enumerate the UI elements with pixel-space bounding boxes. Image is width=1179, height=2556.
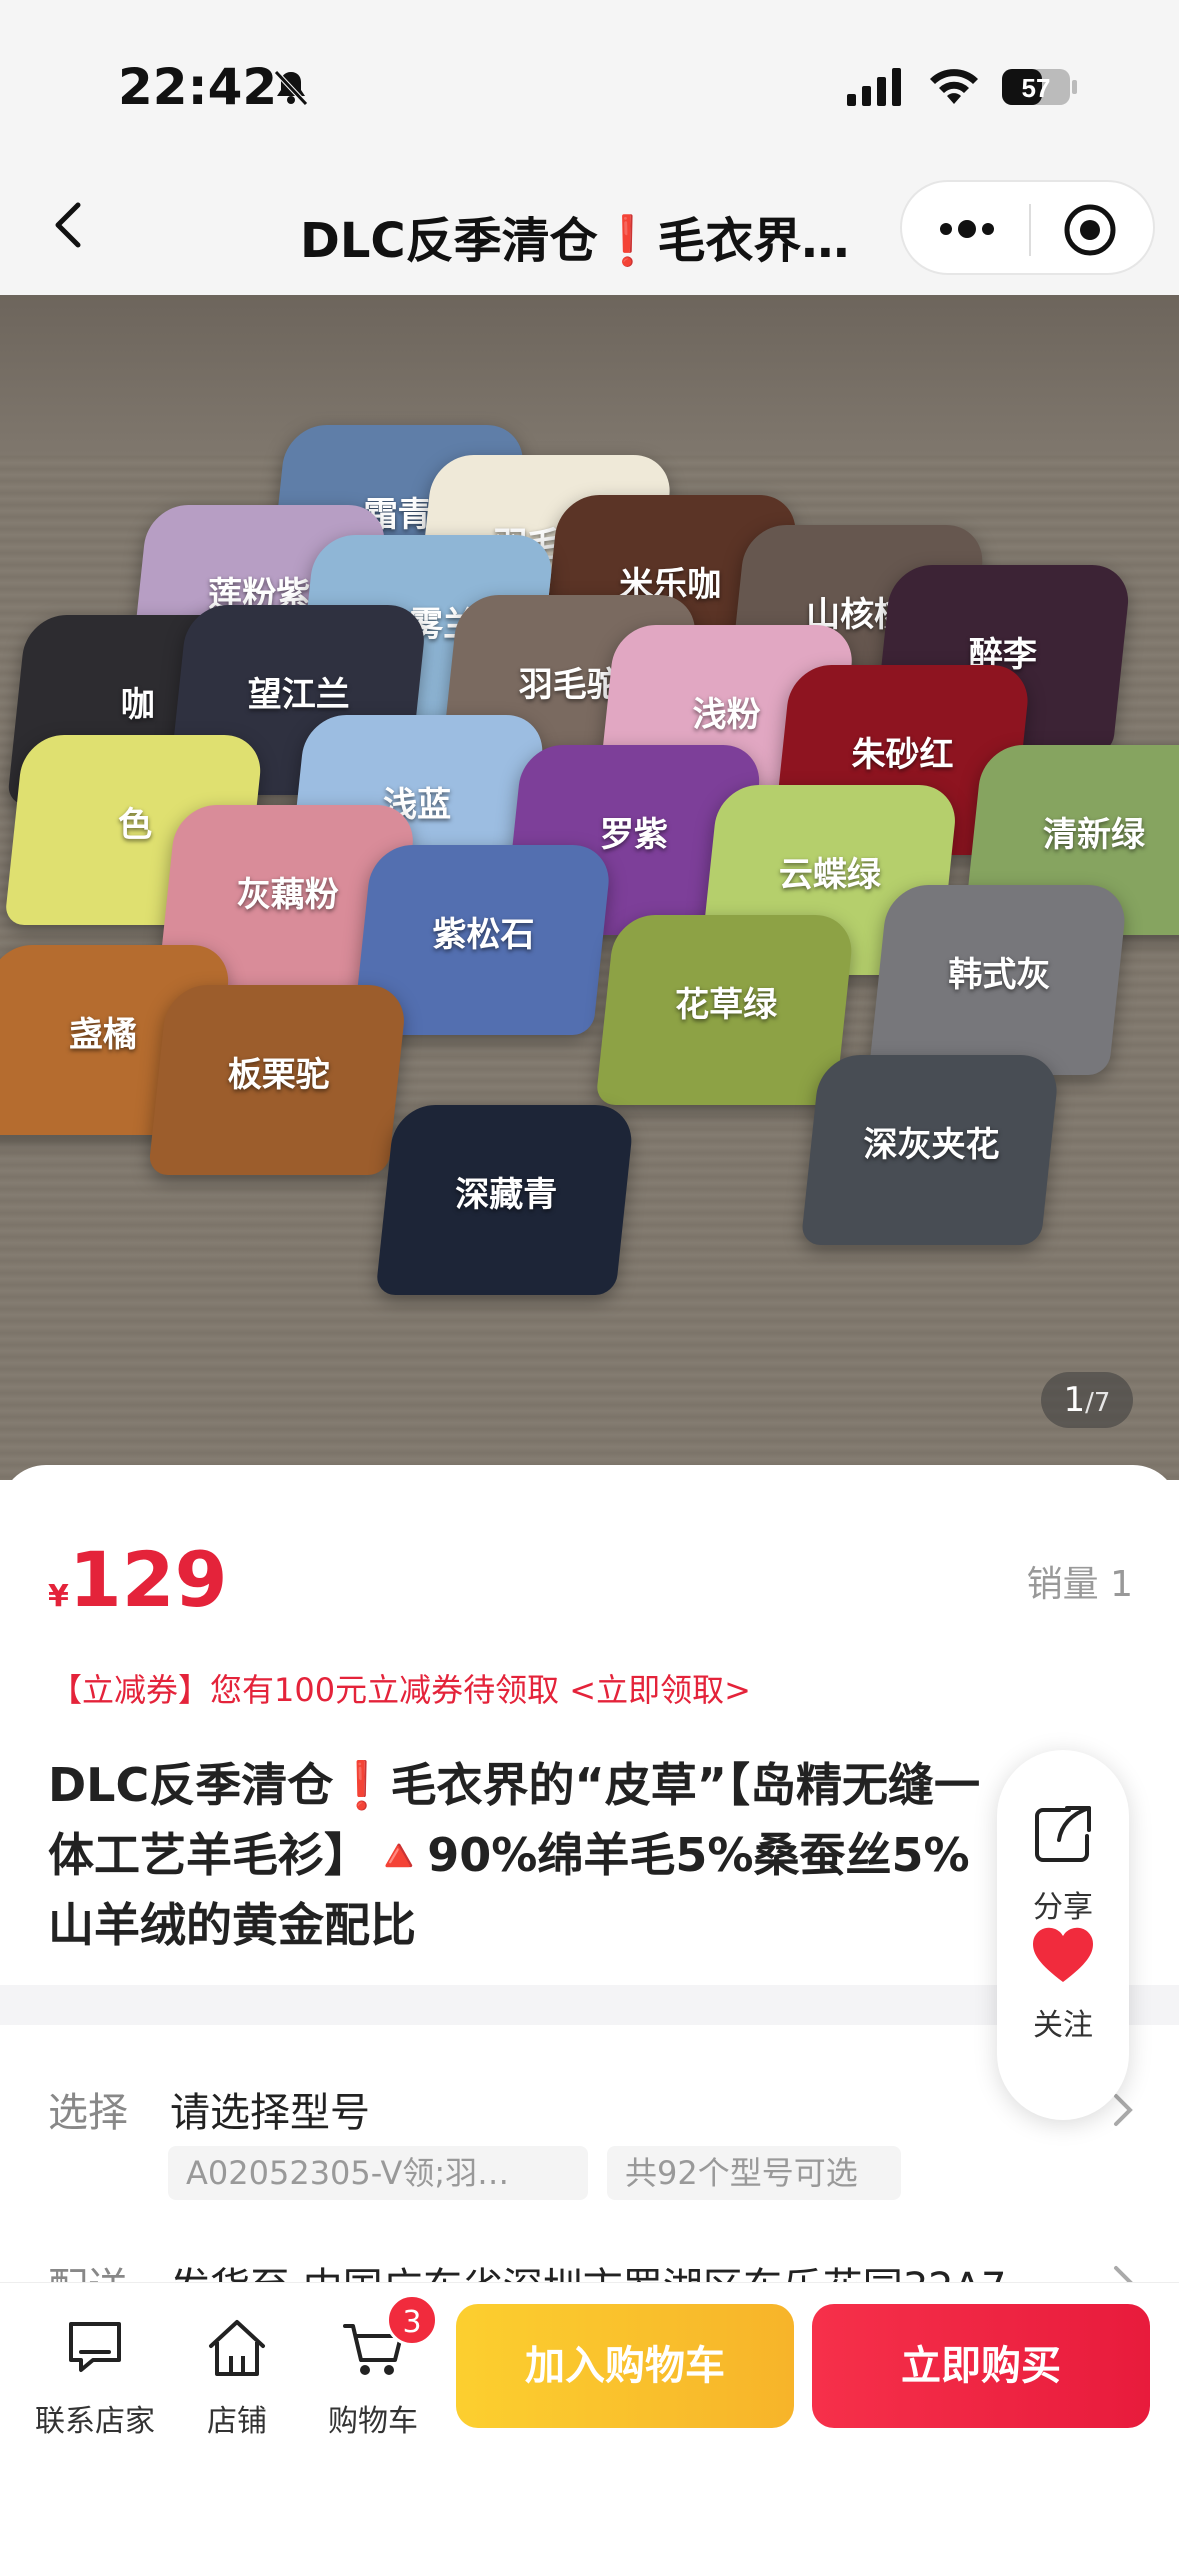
sweater-swatch: 深灰夹花 bbox=[800, 1055, 1061, 1245]
share-label[interactable]: 分享 bbox=[997, 1882, 1129, 1926]
sweater-color-label: 清新绿 bbox=[1043, 815, 1146, 855]
contact-store-button[interactable]: 联系店家 bbox=[20, 2310, 170, 2450]
select-label: 选择 bbox=[48, 2090, 128, 2136]
coupon-link[interactable]: 【立减券】您有100元立减券待领取 <立即领取> bbox=[50, 1665, 751, 1711]
capsule-divider bbox=[1029, 204, 1031, 256]
select-model-option[interactable]: 请选择型号 bbox=[170, 2080, 370, 2138]
sweater-swatch: 板栗驼 bbox=[147, 985, 408, 1175]
model-chip-selected[interactable]: A02052305-V领;羽… bbox=[168, 2146, 588, 2200]
sweater-color-label: 板栗驼 bbox=[227, 1055, 330, 1095]
close-circle-icon[interactable] bbox=[1062, 202, 1118, 258]
sales-count: 销量 1 bbox=[1026, 1564, 1133, 1605]
status-time: 22:42 bbox=[118, 58, 278, 116]
pager-total: /7 bbox=[1085, 1388, 1111, 1418]
currency-symbol: ¥ bbox=[48, 1579, 69, 1614]
follow-label[interactable]: 关注 bbox=[997, 2000, 1129, 2044]
heart-icon[interactable] bbox=[1031, 1926, 1095, 1984]
floating-action-panel: 分享 关注 bbox=[997, 1750, 1129, 2120]
more-icon[interactable] bbox=[932, 204, 1002, 254]
navigation-bar: DLC反季清仓❗️毛衣界… bbox=[0, 165, 1179, 295]
cart-badge: 3 bbox=[386, 2294, 438, 2346]
battery-level: 57 bbox=[1022, 73, 1051, 103]
sweater-color-label: 深藏青 bbox=[455, 1175, 558, 1215]
product-price: ¥129 bbox=[48, 1535, 228, 1624]
sweater-swatch: 花草绿 bbox=[595, 915, 856, 1105]
shop-button[interactable]: 店铺 bbox=[162, 2310, 312, 2450]
home-icon bbox=[209, 2320, 265, 2376]
image-pager: 1/7 bbox=[1041, 1372, 1133, 1428]
contact-store-label: 联系店家 bbox=[35, 2404, 155, 2439]
product-title: DLC反季清仓❗️毛衣界的“皮草”【岛精无缝一体工艺羊毛衫】🔺90%绵羊毛5%桑… bbox=[48, 1758, 980, 1952]
buy-now-button[interactable]: 立即购买 bbox=[812, 2304, 1150, 2428]
product-image-gallery[interactable]: 霜青 羽毛白 米乐咖 山核桃 醉李 莲粉紫 冷雾兰 羽毛驼 浅粉 朱砂红咖望江兰 浅蓝 罗紫 云蝶绿 清新… bbox=[0, 295, 1179, 1480]
sweater-color-label: 韩式灰 bbox=[948, 955, 1051, 995]
back-icon[interactable] bbox=[40, 195, 100, 255]
sweater-grid: 霜青 羽毛白 米乐咖 山核桃 醉李 莲粉紫 冷雾兰 羽毛驼 浅粉 朱砂红咖望江兰 浅蓝 罗紫 云蝶绿 清新… bbox=[0, 425, 1179, 1480]
battery-icon: 57 bbox=[1002, 69, 1077, 105]
sweater-swatch: 韩式灰 bbox=[868, 885, 1129, 1075]
mini-program-capsule bbox=[900, 180, 1155, 275]
page-title: DLC反季清仓❗️毛衣界… bbox=[300, 213, 850, 269]
status-bar: 22:42 57 bbox=[0, 0, 1179, 165]
pager-current: 1 bbox=[1063, 1380, 1086, 1420]
shop-label: 店铺 bbox=[207, 2404, 267, 2439]
sweater-color-label: 深灰夹花 bbox=[863, 1125, 1000, 1165]
signal-icon bbox=[847, 68, 901, 106]
wifi-icon bbox=[930, 69, 978, 104]
sweater-color-label: 花草绿 bbox=[675, 985, 778, 1025]
chat-icon bbox=[69, 2322, 121, 2372]
share-icon[interactable] bbox=[1031, 1802, 1095, 1866]
bell-slash-icon bbox=[274, 70, 308, 106]
cart-label: 购物车 bbox=[328, 2404, 418, 2439]
model-count-chip[interactable]: 共92个型号可选 bbox=[607, 2146, 901, 2200]
sweater-color-label: 紫松石 bbox=[432, 915, 535, 955]
price-value: 129 bbox=[68, 1535, 228, 1624]
sweater-swatch: 深藏青 bbox=[375, 1105, 636, 1295]
add-to-cart-button[interactable]: 加入购物车 bbox=[456, 2304, 794, 2428]
cart-button[interactable]: 3 购物车 bbox=[298, 2294, 448, 2450]
sweater-color-label: 望江兰 bbox=[247, 675, 350, 715]
